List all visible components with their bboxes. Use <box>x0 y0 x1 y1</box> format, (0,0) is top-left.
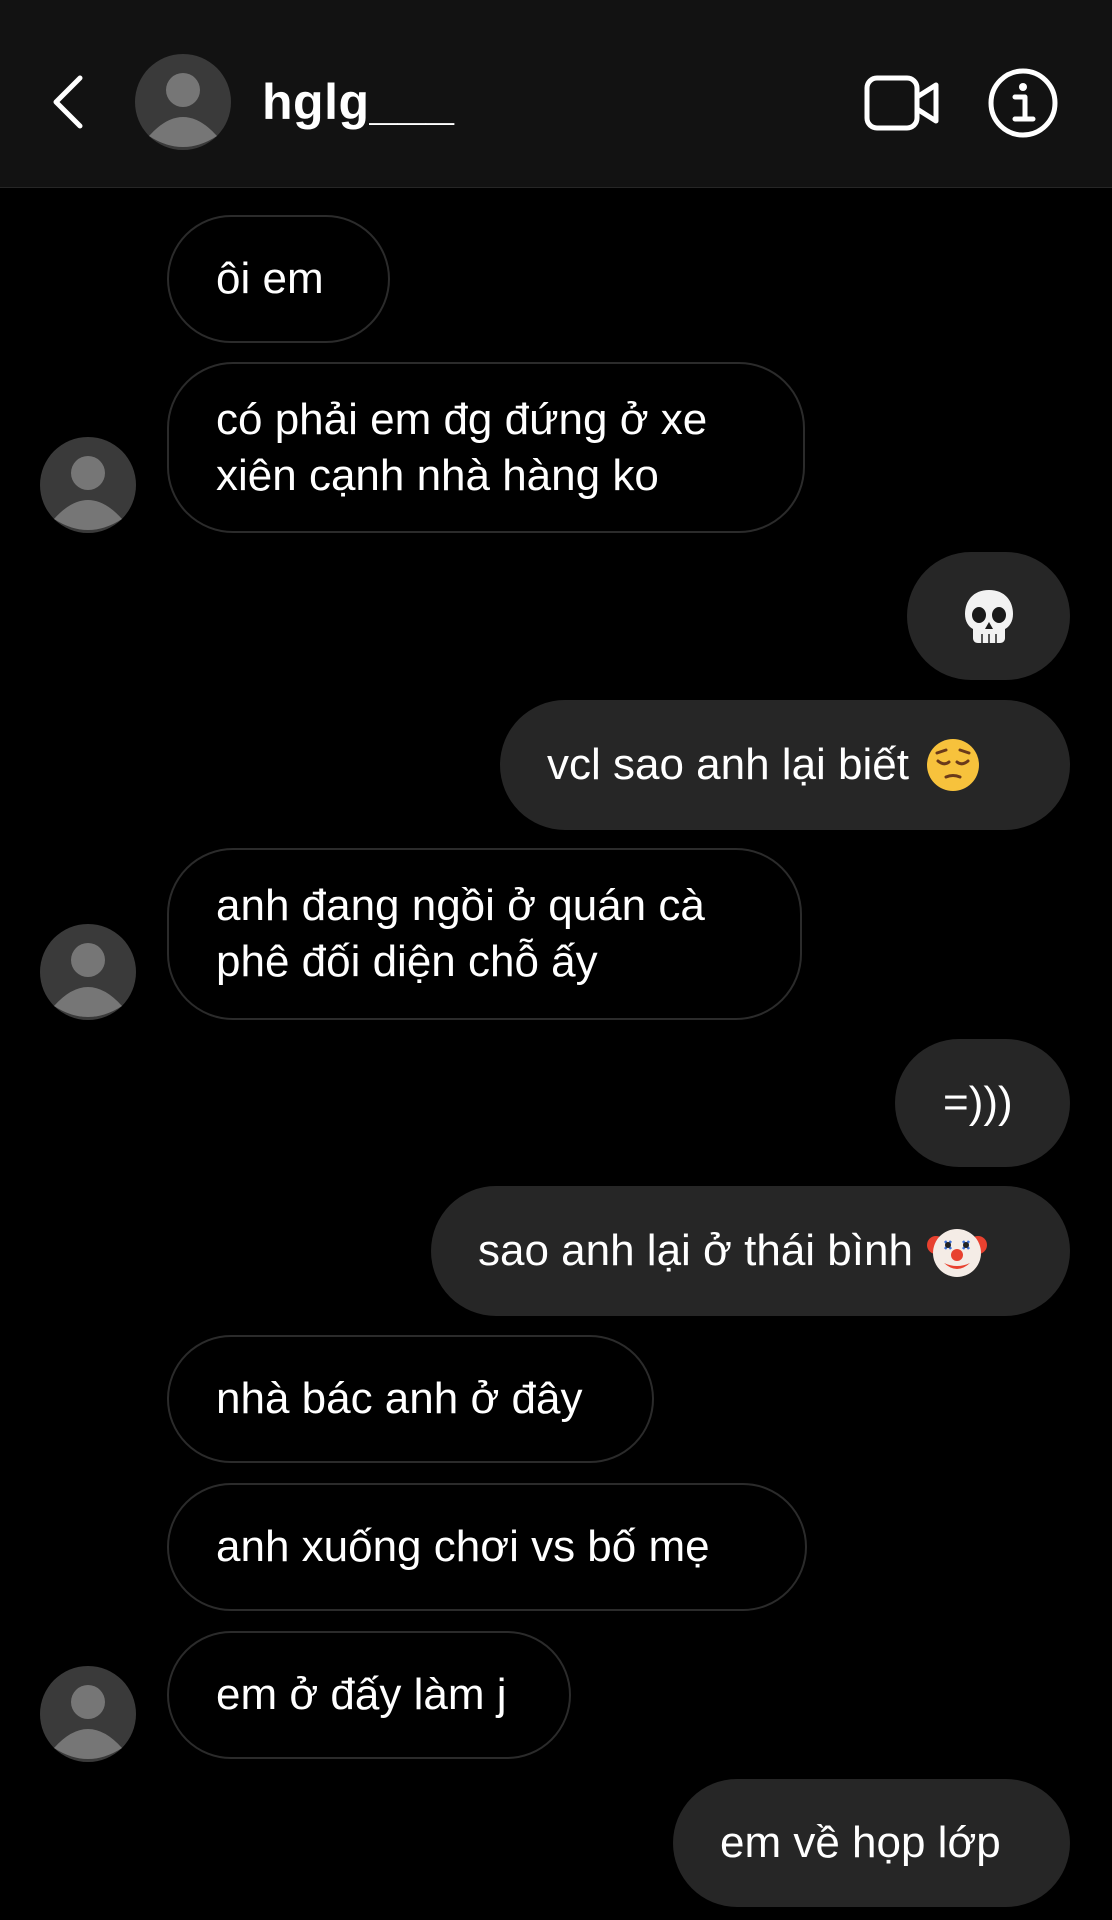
message-bubble-received[interactable]: ôi em <box>167 215 390 343</box>
message-text-line: anh đang ngồi ở quán cà <box>216 881 705 930</box>
info-button[interactable] <box>982 62 1064 144</box>
back-button[interactable] <box>40 62 96 142</box>
message-text-line: xiên cạnh nhà hàng ko <box>216 450 659 500</box>
sender-avatar[interactable] <box>40 437 136 533</box>
message-text-line: có phải em đg đứng ở xe <box>216 394 708 444</box>
message-bubble-sent[interactable]: em về họp lớp <box>673 1779 1070 1907</box>
message-text: em về họp lớp <box>720 1818 1001 1867</box>
video-call-button[interactable] <box>862 70 942 136</box>
message-bubble-received[interactable]: anh đang ngồi ở quán cà phê đối diện chỗ… <box>167 848 802 1020</box>
message-text: nhà bác anh ở đây <box>216 1374 583 1423</box>
video-camera-icon <box>864 75 939 131</box>
message-text: sao anh lại ở thái bình <box>478 1226 913 1275</box>
info-circle-icon <box>988 68 1058 138</box>
message-text: anh xuống chơi vs bố mẹ <box>216 1522 710 1571</box>
message-text: =))) <box>943 1078 1013 1127</box>
message-text: vcl sao anh lại biết <box>547 740 909 789</box>
contact-avatar[interactable] <box>135 54 231 150</box>
chat-header: hglg___ <box>0 0 1112 188</box>
message-bubble-sent[interactable]: vcl sao anh lại biết <box>500 700 1070 830</box>
sender-avatar[interactable] <box>40 924 136 1020</box>
message-bubble-received[interactable]: em ở đấy làm j <box>167 1631 571 1759</box>
contact-username[interactable]: hglg___ <box>262 72 454 132</box>
message-bubble-sent[interactable]: =))) <box>895 1039 1070 1167</box>
chevron-left-icon <box>53 75 83 129</box>
message-bubble-received[interactable]: anh xuống chơi vs bố mẹ <box>167 1483 807 1611</box>
pensive-face-emoji <box>927 739 979 791</box>
message-bubble-received[interactable]: có phải em đg đứng ở xe xiên cạnh nhà hà… <box>167 362 805 533</box>
message-text: ôi em <box>216 254 324 303</box>
message-text: em ở đấy làm j <box>216 1670 507 1719</box>
message-text-line: phê đối diện chỗ ấy <box>216 937 598 986</box>
message-bubble-received[interactable]: nhà bác anh ở đây <box>167 1335 654 1463</box>
skull-emoji <box>964 590 1013 643</box>
sender-avatar[interactable] <box>40 1666 136 1762</box>
clown-face-emoji <box>926 1229 987 1277</box>
message-bubble-sent[interactable]: sao anh lại ở thái bình <box>431 1186 1070 1316</box>
message-bubble-sent[interactable] <box>907 552 1070 680</box>
